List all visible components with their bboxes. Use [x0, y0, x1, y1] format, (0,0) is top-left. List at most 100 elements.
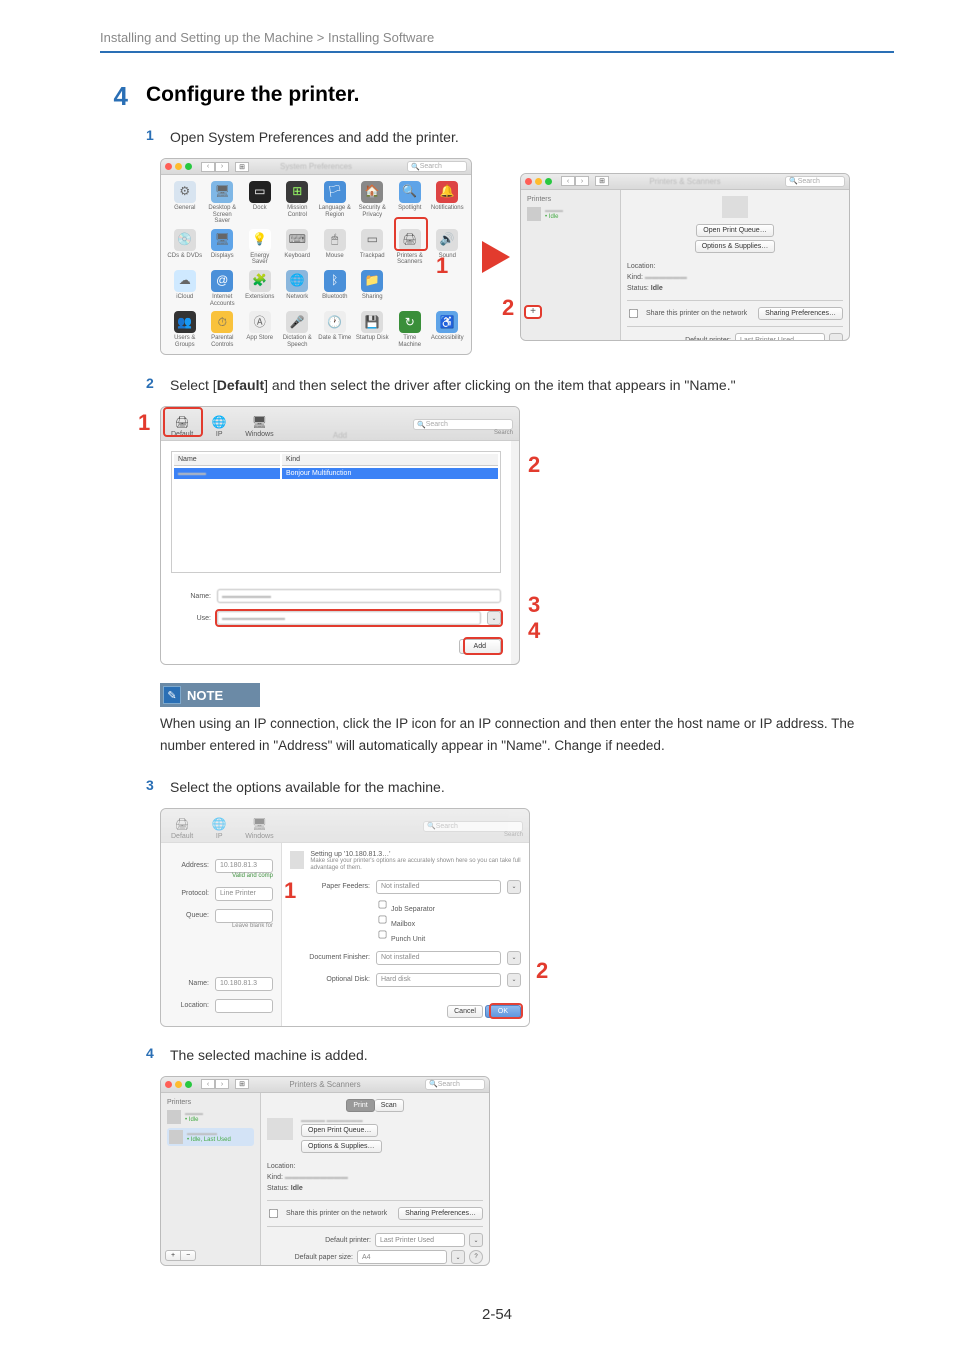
pref-icloud[interactable]: ☁iCloud	[167, 270, 203, 307]
add-printer-button[interactable]: +	[524, 305, 542, 319]
name-field[interactable]: ▬▬▬▬▬▬▬	[217, 589, 501, 603]
pref-desktop[interactable]: 🖥Desktop & Screen Saver	[205, 181, 241, 225]
mailbox-checkbox[interactable]	[379, 916, 387, 924]
sharing-prefs-button[interactable]: Sharing Preferences…	[758, 307, 843, 320]
remove-button[interactable]: −	[181, 1250, 196, 1261]
default-printer-select[interactable]: Last Printer Used	[735, 333, 825, 340]
close-dot[interactable]	[165, 1081, 172, 1088]
print-tab[interactable]: Print	[346, 1099, 374, 1112]
pref-keyboard[interactable]: ⌨Keyboard	[280, 229, 316, 266]
nav-fwd[interactable]: ›	[215, 1079, 229, 1089]
pref-parental[interactable]: ⏱Parental Controls	[205, 311, 241, 348]
cancel-button[interactable]: Cancel	[447, 1005, 483, 1018]
list-row[interactable]	[174, 507, 498, 518]
list-row-selected[interactable]: ▬▬▬▬Bonjour Multifunction	[174, 468, 498, 479]
search-input[interactable]: 🔍 Search	[785, 176, 845, 187]
open-queue-button[interactable]: Open Print Queue…	[696, 224, 773, 237]
pref-appstore[interactable]: ⒶApp Store	[242, 311, 278, 348]
chevron-down-icon[interactable]: ⌄	[469, 1233, 483, 1247]
search-input[interactable]: 🔍 Search	[423, 821, 523, 832]
chevron-down-icon[interactable]: ⌄	[829, 333, 843, 340]
close-dot[interactable]	[165, 163, 172, 170]
nav-fwd[interactable]: ›	[215, 162, 229, 172]
minimize-dot[interactable]	[535, 178, 542, 185]
close-dot[interactable]	[525, 178, 532, 185]
paper-feeders-select[interactable]: Not installed	[376, 880, 501, 894]
pref-bluetooth[interactable]: ᛒBluetooth	[317, 270, 353, 307]
search-input[interactable]: 🔍 Search	[413, 419, 513, 430]
job-separator-checkbox[interactable]	[379, 901, 387, 909]
list-row[interactable]	[174, 481, 498, 492]
add-button[interactable]: +	[165, 1250, 181, 1261]
pref-language[interactable]: 🏳Language & Region	[317, 181, 353, 225]
pref-mouse[interactable]: 🖱Mouse	[317, 229, 353, 266]
punch-checkbox[interactable]	[379, 931, 387, 939]
share-checkbox[interactable]	[629, 309, 638, 318]
show-all-icon[interactable]: ⊞	[235, 1079, 249, 1089]
doc-finisher-select[interactable]: Not installed	[376, 951, 501, 965]
zoom-dot[interactable]	[185, 163, 192, 170]
minimize-dot[interactable]	[175, 1081, 182, 1088]
help-icon[interactable]: ?	[469, 1250, 483, 1264]
show-all-icon[interactable]: ⊞	[595, 176, 609, 186]
zoom-dot[interactable]	[185, 1081, 192, 1088]
col-name[interactable]: Name	[174, 454, 280, 466]
protocol-select[interactable]: Line Printer	[215, 887, 273, 901]
chevron-down-icon[interactable]: ⌄	[451, 1250, 465, 1264]
printer-item[interactable]: ▬▬▬• Idle	[527, 207, 614, 221]
nav-fwd[interactable]: ›	[575, 176, 589, 186]
queue-input[interactable]	[215, 909, 273, 923]
zoom-dot[interactable]	[545, 178, 552, 185]
paper-size-select[interactable]: A4	[357, 1250, 447, 1264]
tab-ip[interactable]: 🌐IP	[205, 411, 233, 440]
location-input[interactable]	[215, 999, 273, 1013]
printer-item[interactable]: ▬▬▬• Idle	[167, 1110, 254, 1124]
options-button[interactable]: Options & Supplies…	[695, 240, 776, 253]
pref-security[interactable]: 🏠Security & Privacy	[355, 181, 391, 225]
optional-disk-select[interactable]: Hard disk	[376, 973, 501, 987]
pref-dictation[interactable]: 🎤Dictation & Speech	[280, 311, 316, 348]
printer-item-selected[interactable]: ▬▬▬▬▬• Idle, Last Used	[167, 1128, 254, 1146]
pref-sharing[interactable]: 📁Sharing	[355, 270, 391, 307]
pref-startup[interactable]: 💾Startup Disk	[355, 311, 391, 348]
pref-cds[interactable]: 💿CDs & DVDs	[167, 229, 203, 266]
pref-datetime[interactable]: 🕐Date & Time	[317, 311, 353, 348]
list-row[interactable]	[174, 546, 498, 557]
pref-time[interactable]: ↻Time Machine	[392, 311, 428, 348]
search-input[interactable]: 🔍 Search	[425, 1079, 485, 1090]
pref-extensions[interactable]: 🧩Extensions	[242, 270, 278, 307]
sharing-prefs-button[interactable]: Sharing Preferences…	[398, 1207, 483, 1220]
open-queue-button[interactable]: Open Print Queue…	[301, 1124, 378, 1137]
tab-ip[interactable]: 🌐IP	[205, 813, 233, 842]
col-kind[interactable]: Kind	[282, 454, 498, 466]
list-row[interactable]	[174, 494, 498, 505]
pref-internet[interactable]: @Internet Accounts	[205, 270, 241, 307]
list-row[interactable]	[174, 559, 498, 570]
tab-windows[interactable]: 🖥Windows	[241, 411, 277, 440]
pref-users[interactable]: 👥Users & Groups	[167, 311, 203, 348]
minimize-dot[interactable]	[175, 163, 182, 170]
name-input[interactable]: 10.180.81.3	[215, 977, 273, 991]
list-row[interactable]	[174, 520, 498, 531]
pref-energy[interactable]: 💡Energy Saver	[242, 229, 278, 266]
nav-back[interactable]: ‹	[201, 162, 215, 172]
tab-windows[interactable]: 🖥Windows	[241, 813, 277, 842]
pref-trackpad[interactable]: ▭Trackpad	[355, 229, 391, 266]
chevron-down-icon[interactable]: ⌄	[507, 880, 521, 894]
tab-default[interactable]: 🖨Default	[167, 813, 197, 842]
search-input[interactable]: 🔍 Search	[407, 161, 467, 172]
default-printer-select[interactable]: Last Printer Used	[375, 1233, 465, 1247]
scan-tab[interactable]: Scan	[375, 1099, 404, 1112]
chevron-down-icon[interactable]: ⌄	[507, 951, 521, 965]
pref-dock[interactable]: ▭Dock	[242, 181, 278, 225]
pref-accessibility[interactable]: ♿Accessibility	[430, 311, 466, 348]
nav-back[interactable]: ‹	[201, 1079, 215, 1089]
pref-general[interactable]: ⚙General	[167, 181, 203, 225]
show-all-icon[interactable]: ⊞	[235, 162, 249, 172]
chevron-down-icon[interactable]: ⌄	[507, 973, 521, 987]
address-input[interactable]: 10.180.81.3	[215, 859, 273, 873]
list-row[interactable]	[174, 533, 498, 544]
pref-displays[interactable]: 🖥Displays	[205, 229, 241, 266]
options-button[interactable]: Options & Supplies…	[301, 1140, 382, 1153]
pref-notifications[interactable]: 🔔Notifications	[430, 181, 466, 225]
